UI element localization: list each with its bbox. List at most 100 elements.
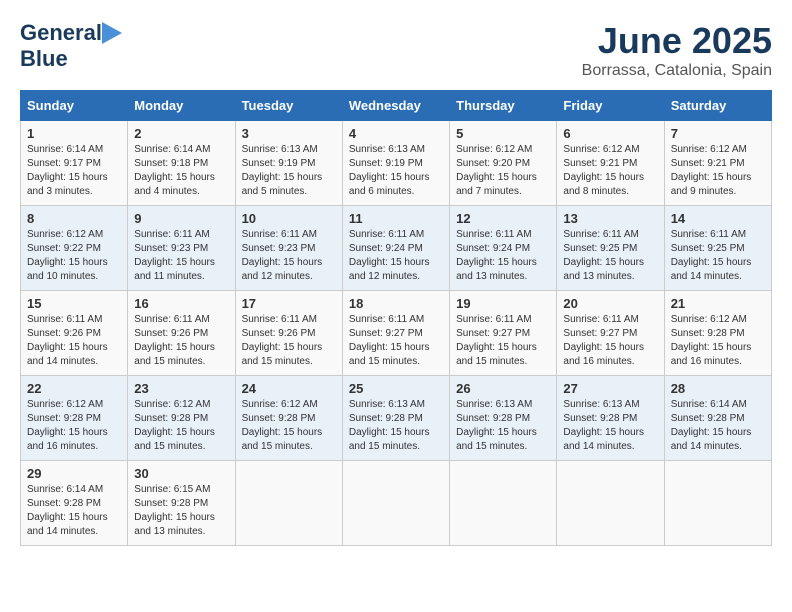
- day-info: Sunrise: 6:11 AM Sunset: 9:24 PM Dayligh…: [456, 228, 550, 284]
- calendar-cell: 12 Sunrise: 6:11 AM Sunset: 9:24 PM Dayl…: [450, 206, 557, 291]
- day-info: Sunrise: 6:13 AM Sunset: 9:28 PM Dayligh…: [563, 398, 657, 454]
- col-header-tuesday: Tuesday: [235, 91, 342, 121]
- calendar-cell: 14 Sunrise: 6:11 AM Sunset: 9:25 PM Dayl…: [664, 206, 771, 291]
- day-number: 20: [563, 296, 657, 311]
- day-number: 6: [563, 126, 657, 141]
- day-number: 8: [27, 211, 121, 226]
- day-info: Sunrise: 6:13 AM Sunset: 9:19 PM Dayligh…: [349, 143, 443, 199]
- calendar-cell: 27 Sunrise: 6:13 AM Sunset: 9:28 PM Dayl…: [557, 376, 664, 461]
- day-info: Sunrise: 6:11 AM Sunset: 9:26 PM Dayligh…: [27, 313, 121, 369]
- day-info: Sunrise: 6:11 AM Sunset: 9:27 PM Dayligh…: [456, 313, 550, 369]
- col-header-saturday: Saturday: [664, 91, 771, 121]
- day-info: Sunrise: 6:14 AM Sunset: 9:28 PM Dayligh…: [27, 483, 121, 539]
- day-number: 19: [456, 296, 550, 311]
- day-number: 9: [134, 211, 228, 226]
- day-info: Sunrise: 6:13 AM Sunset: 9:19 PM Dayligh…: [242, 143, 336, 199]
- logo-arrow-icon: [102, 22, 122, 44]
- calendar-week-5: 29 Sunrise: 6:14 AM Sunset: 9:28 PM Dayl…: [21, 461, 772, 546]
- day-info: Sunrise: 6:12 AM Sunset: 9:20 PM Dayligh…: [456, 143, 550, 199]
- calendar-subtitle: Borrassa, Catalonia, Spain: [582, 62, 772, 80]
- calendar-cell: 4 Sunrise: 6:13 AM Sunset: 9:19 PM Dayli…: [342, 121, 449, 206]
- calendar-cell: 29 Sunrise: 6:14 AM Sunset: 9:28 PM Dayl…: [21, 461, 128, 546]
- day-number: 11: [349, 211, 443, 226]
- calendar-cell: 16 Sunrise: 6:11 AM Sunset: 9:26 PM Dayl…: [128, 291, 235, 376]
- calendar-cell: 15 Sunrise: 6:11 AM Sunset: 9:26 PM Dayl…: [21, 291, 128, 376]
- day-info: Sunrise: 6:11 AM Sunset: 9:26 PM Dayligh…: [242, 313, 336, 369]
- day-number: 30: [134, 466, 228, 481]
- day-info: Sunrise: 6:15 AM Sunset: 9:28 PM Dayligh…: [134, 483, 228, 539]
- col-header-monday: Monday: [128, 91, 235, 121]
- calendar-week-3: 15 Sunrise: 6:11 AM Sunset: 9:26 PM Dayl…: [21, 291, 772, 376]
- day-info: Sunrise: 6:11 AM Sunset: 9:24 PM Dayligh…: [349, 228, 443, 284]
- day-number: 12: [456, 211, 550, 226]
- calendar-cell: 11 Sunrise: 6:11 AM Sunset: 9:24 PM Dayl…: [342, 206, 449, 291]
- day-info: Sunrise: 6:12 AM Sunset: 9:28 PM Dayligh…: [134, 398, 228, 454]
- calendar-cell: 22 Sunrise: 6:12 AM Sunset: 9:28 PM Dayl…: [21, 376, 128, 461]
- day-number: 24: [242, 381, 336, 396]
- calendar-cell: 24 Sunrise: 6:12 AM Sunset: 9:28 PM Dayl…: [235, 376, 342, 461]
- calendar-title: June 2025: [582, 20, 772, 62]
- calendar-cell: [450, 461, 557, 546]
- calendar-cell: 8 Sunrise: 6:12 AM Sunset: 9:22 PM Dayli…: [21, 206, 128, 291]
- day-info: Sunrise: 6:14 AM Sunset: 9:28 PM Dayligh…: [671, 398, 765, 454]
- day-info: Sunrise: 6:11 AM Sunset: 9:25 PM Dayligh…: [671, 228, 765, 284]
- logo-blue-label: Blue: [20, 46, 68, 71]
- calendar-cell: 5 Sunrise: 6:12 AM Sunset: 9:20 PM Dayli…: [450, 121, 557, 206]
- day-info: Sunrise: 6:14 AM Sunset: 9:17 PM Dayligh…: [27, 143, 121, 199]
- col-header-sunday: Sunday: [21, 91, 128, 121]
- day-info: Sunrise: 6:12 AM Sunset: 9:28 PM Dayligh…: [242, 398, 336, 454]
- logo-combined: General: [20, 20, 122, 46]
- day-number: 5: [456, 126, 550, 141]
- day-info: Sunrise: 6:13 AM Sunset: 9:28 PM Dayligh…: [349, 398, 443, 454]
- day-number: 23: [134, 381, 228, 396]
- calendar-cell: 28 Sunrise: 6:14 AM Sunset: 9:28 PM Dayl…: [664, 376, 771, 461]
- day-info: Sunrise: 6:12 AM Sunset: 9:21 PM Dayligh…: [563, 143, 657, 199]
- day-number: 17: [242, 296, 336, 311]
- day-number: 2: [134, 126, 228, 141]
- calendar-table: SundayMondayTuesdayWednesdayThursdayFrid…: [20, 90, 772, 546]
- calendar-cell: 10 Sunrise: 6:11 AM Sunset: 9:23 PM Dayl…: [235, 206, 342, 291]
- day-number: 14: [671, 211, 765, 226]
- day-info: Sunrise: 6:12 AM Sunset: 9:21 PM Dayligh…: [671, 143, 765, 199]
- logo-blue-row: Blue: [20, 46, 68, 72]
- day-number: 22: [27, 381, 121, 396]
- title-block: June 2025 Borrassa, Catalonia, Spain: [582, 20, 772, 80]
- calendar-cell: [235, 461, 342, 546]
- day-number: 29: [27, 466, 121, 481]
- calendar-cell: 2 Sunrise: 6:14 AM Sunset: 9:18 PM Dayli…: [128, 121, 235, 206]
- calendar-cell: 21 Sunrise: 6:12 AM Sunset: 9:28 PM Dayl…: [664, 291, 771, 376]
- day-number: 28: [671, 381, 765, 396]
- day-number: 26: [456, 381, 550, 396]
- calendar-cell: 7 Sunrise: 6:12 AM Sunset: 9:21 PM Dayli…: [664, 121, 771, 206]
- day-info: Sunrise: 6:11 AM Sunset: 9:27 PM Dayligh…: [349, 313, 443, 369]
- day-number: 18: [349, 296, 443, 311]
- day-info: Sunrise: 6:11 AM Sunset: 9:25 PM Dayligh…: [563, 228, 657, 284]
- calendar-cell: 19 Sunrise: 6:11 AM Sunset: 9:27 PM Dayl…: [450, 291, 557, 376]
- day-number: 3: [242, 126, 336, 141]
- calendar-cell: 1 Sunrise: 6:14 AM Sunset: 9:17 PM Dayli…: [21, 121, 128, 206]
- calendar-cell: 26 Sunrise: 6:13 AM Sunset: 9:28 PM Dayl…: [450, 376, 557, 461]
- day-info: Sunrise: 6:12 AM Sunset: 9:28 PM Dayligh…: [671, 313, 765, 369]
- calendar-cell: 18 Sunrise: 6:11 AM Sunset: 9:27 PM Dayl…: [342, 291, 449, 376]
- day-number: 27: [563, 381, 657, 396]
- day-number: 25: [349, 381, 443, 396]
- day-number: 4: [349, 126, 443, 141]
- calendar-week-4: 22 Sunrise: 6:12 AM Sunset: 9:28 PM Dayl…: [21, 376, 772, 461]
- col-header-wednesday: Wednesday: [342, 91, 449, 121]
- logo: General Blue: [20, 20, 122, 72]
- calendar-cell: 17 Sunrise: 6:11 AM Sunset: 9:26 PM Dayl…: [235, 291, 342, 376]
- day-number: 7: [671, 126, 765, 141]
- day-info: Sunrise: 6:11 AM Sunset: 9:23 PM Dayligh…: [242, 228, 336, 284]
- day-number: 16: [134, 296, 228, 311]
- day-info: Sunrise: 6:14 AM Sunset: 9:18 PM Dayligh…: [134, 143, 228, 199]
- calendar-cell: 30 Sunrise: 6:15 AM Sunset: 9:28 PM Dayl…: [128, 461, 235, 546]
- calendar-cell: 6 Sunrise: 6:12 AM Sunset: 9:21 PM Dayli…: [557, 121, 664, 206]
- calendar-header-row: SundayMondayTuesdayWednesdayThursdayFrid…: [21, 91, 772, 121]
- day-info: Sunrise: 6:12 AM Sunset: 9:22 PM Dayligh…: [27, 228, 121, 284]
- col-header-friday: Friday: [557, 91, 664, 121]
- day-number: 13: [563, 211, 657, 226]
- day-info: Sunrise: 6:11 AM Sunset: 9:23 PM Dayligh…: [134, 228, 228, 284]
- calendar-week-2: 8 Sunrise: 6:12 AM Sunset: 9:22 PM Dayli…: [21, 206, 772, 291]
- day-info: Sunrise: 6:11 AM Sunset: 9:27 PM Dayligh…: [563, 313, 657, 369]
- day-number: 10: [242, 211, 336, 226]
